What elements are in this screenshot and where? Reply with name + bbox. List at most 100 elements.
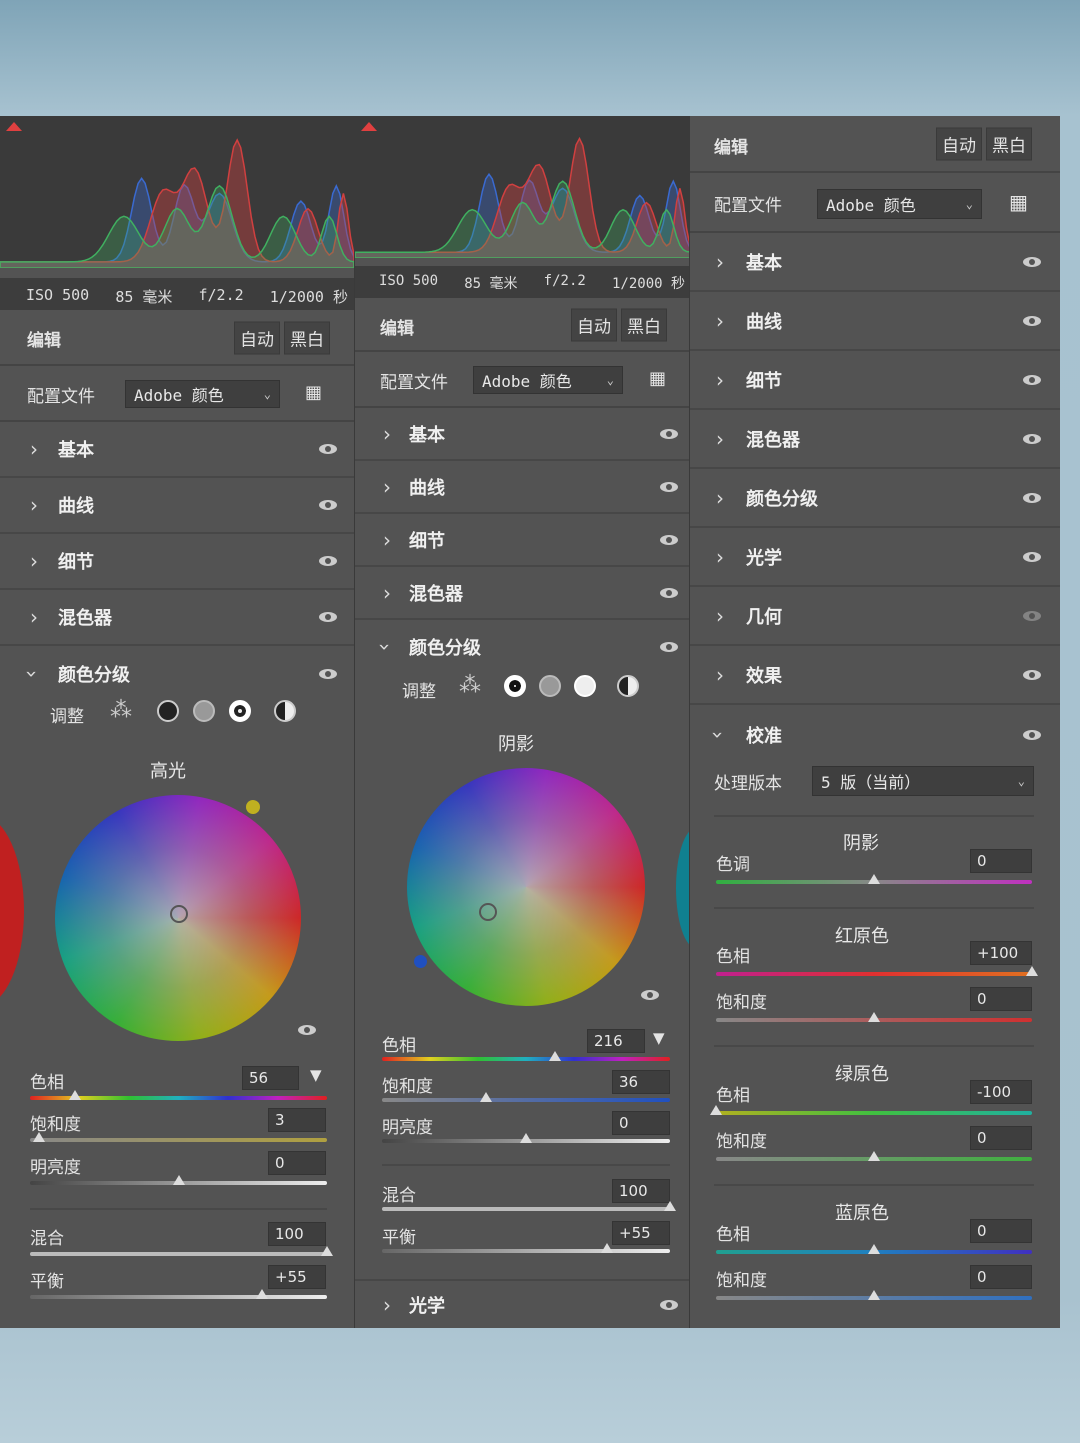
eye-icon[interactable] (318, 555, 338, 567)
saturation-value[interactable]: 3 (268, 1108, 326, 1132)
slider-thumb[interactable] (868, 1244, 880, 1254)
eye-icon[interactable] (659, 428, 679, 440)
slider-thumb[interactable] (664, 1201, 676, 1211)
profile-select[interactable]: Adobe 颜色 ⌄ (817, 189, 982, 219)
profile-select[interactable]: Adobe 颜色 ⌄ (125, 380, 280, 408)
red-hue-slider[interactable] (716, 972, 1032, 976)
luminance-value[interactable]: 0 (612, 1111, 670, 1135)
eye-icon[interactable] (659, 481, 679, 493)
color-wheel[interactable] (407, 768, 645, 1006)
shadows-wheel-button[interactable] (157, 700, 179, 722)
eye-icon[interactable] (659, 534, 679, 546)
slider-thumb[interactable] (600, 1243, 613, 1253)
slider-thumb[interactable] (868, 1151, 880, 1161)
caret-down-icon[interactable]: ▼ (310, 1066, 322, 1084)
midtones-wheel-button[interactable] (539, 675, 561, 697)
eye-icon[interactable] (659, 1299, 679, 1311)
balance-slider[interactable] (382, 1249, 670, 1253)
hue-handle[interactable] (246, 800, 260, 814)
eye-icon[interactable] (318, 443, 338, 455)
bw-button[interactable]: 黑白 (986, 127, 1032, 160)
eye-icon[interactable] (1022, 610, 1042, 622)
slider-thumb[interactable] (868, 1012, 880, 1022)
eye-icon[interactable] (1022, 492, 1042, 504)
blend-slider[interactable] (382, 1207, 670, 1211)
slider-thumb[interactable] (710, 1105, 722, 1115)
slider-thumb[interactable] (321, 1246, 333, 1256)
profile-browser-icon[interactable]: ▦ (1009, 190, 1028, 214)
shadows-wheel-button[interactable] (504, 675, 526, 697)
hue-value[interactable]: 216 (587, 1029, 645, 1053)
slider-thumb[interactable] (255, 1289, 268, 1299)
slider-thumb[interactable] (868, 1290, 880, 1300)
section-basic[interactable]: › 基本 (355, 408, 689, 461)
auto-button[interactable]: 自动 (936, 127, 982, 160)
eye-icon[interactable] (1022, 256, 1042, 268)
eye-icon[interactable] (1022, 669, 1042, 681)
eye-icon[interactable] (297, 1024, 317, 1036)
tint-value[interactable]: 0 (970, 849, 1032, 873)
eye-icon[interactable] (1022, 551, 1042, 563)
saturation-slider[interactable] (30, 1138, 327, 1142)
eye-icon[interactable] (318, 611, 338, 623)
section-curve[interactable]: › 曲线 (0, 478, 354, 534)
eye-icon[interactable] (318, 499, 338, 511)
section-basic[interactable]: › 基本 (0, 422, 354, 478)
section-detail[interactable]: › 细节 (355, 514, 689, 567)
slider-thumb[interactable] (1026, 966, 1038, 976)
profile-browser-icon[interactable]: ▦ (305, 382, 322, 403)
section-mixer[interactable]: › 混色器 (355, 567, 689, 620)
luminance-value[interactable]: 0 (268, 1151, 326, 1175)
saturation-value[interactable]: 36 (612, 1070, 670, 1094)
three-way-icon[interactable]: ⁂ (110, 698, 132, 723)
bw-button[interactable]: 黑白 (621, 308, 667, 342)
profile-browser-icon[interactable]: ▦ (649, 368, 666, 389)
section-basic[interactable]: › 基本 (690, 233, 1060, 292)
section-detail[interactable]: › 细节 (0, 534, 354, 590)
profile-select[interactable]: Adobe 颜色 ⌄ (473, 366, 623, 394)
blue-hue-value[interactable]: 0 (970, 1219, 1032, 1243)
eye-icon[interactable] (1022, 729, 1042, 741)
section-grading[interactable]: › 颜色分级 (690, 469, 1060, 528)
green-saturation-value[interactable]: 0 (970, 1126, 1032, 1150)
hue-value[interactable]: 56 (242, 1066, 299, 1090)
section-curve[interactable]: › 曲线 (355, 461, 689, 514)
hue-slider[interactable] (382, 1057, 670, 1061)
section-mixer[interactable]: › 混色器 (690, 410, 1060, 469)
red-hue-value[interactable]: +100 (970, 941, 1032, 965)
eye-icon[interactable] (640, 989, 660, 1001)
blend-value[interactable]: 100 (268, 1222, 326, 1246)
eye-icon[interactable] (318, 668, 338, 680)
hue-handle[interactable] (414, 955, 427, 968)
highlights-wheel-button[interactable] (229, 700, 251, 722)
section-optics[interactable]: › 光学 (355, 1279, 689, 1328)
green-hue-value[interactable]: -100 (970, 1080, 1032, 1104)
global-wheel-button[interactable] (274, 700, 296, 722)
bw-button[interactable]: 黑白 (284, 321, 330, 355)
caret-down-icon[interactable]: ▼ (653, 1029, 665, 1047)
red-saturation-value[interactable]: 0 (970, 987, 1032, 1011)
section-detail[interactable]: › 细节 (690, 351, 1060, 410)
balance-value[interactable]: +55 (268, 1265, 326, 1289)
blend-value[interactable]: 100 (612, 1179, 670, 1203)
slider-thumb[interactable] (548, 1051, 561, 1061)
highlights-wheel-button[interactable] (574, 675, 596, 697)
wheel-handle[interactable] (170, 905, 188, 923)
eye-icon[interactable] (1022, 315, 1042, 327)
saturation-slider[interactable] (382, 1098, 670, 1102)
slider-thumb[interactable] (68, 1090, 81, 1100)
eye-icon[interactable] (1022, 374, 1042, 386)
slider-thumb[interactable] (868, 874, 880, 884)
auto-button[interactable]: 自动 (571, 308, 617, 342)
midtones-wheel-button[interactable] (193, 700, 215, 722)
slider-thumb[interactable] (479, 1092, 492, 1102)
global-wheel-button[interactable] (617, 675, 639, 697)
section-curve[interactable]: › 曲线 (690, 292, 1060, 351)
section-grading[interactable]: › 颜色分级 (0, 646, 354, 702)
blend-slider[interactable] (30, 1252, 327, 1256)
three-way-icon[interactable]: ⁂ (459, 673, 481, 698)
auto-button[interactable]: 自动 (234, 321, 280, 355)
eye-icon[interactable] (1022, 433, 1042, 445)
section-optics[interactable]: › 光学 (690, 528, 1060, 587)
process-version-select[interactable]: 5 版（当前） ⌄ (812, 766, 1034, 796)
